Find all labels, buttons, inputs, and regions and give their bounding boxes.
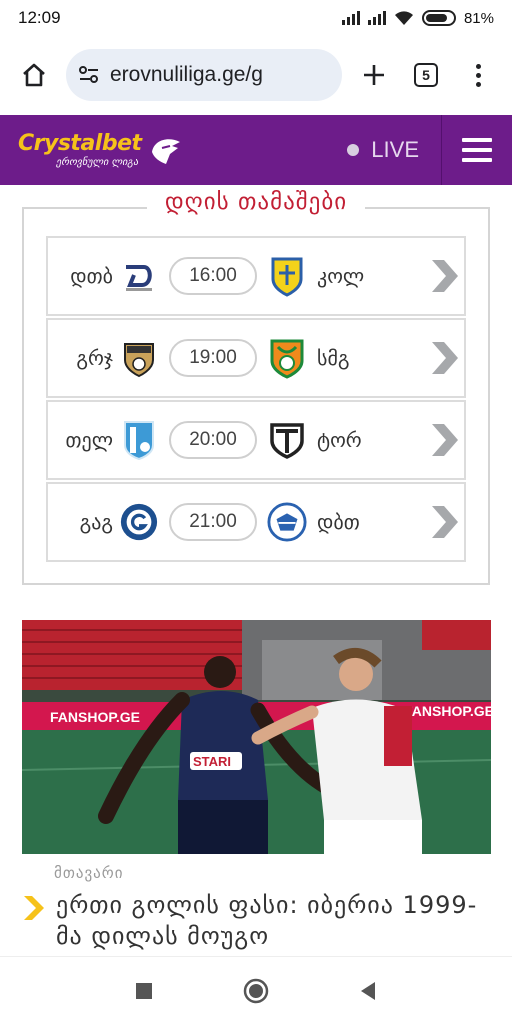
browser-menu-button[interactable] (458, 55, 498, 95)
status-bar: 12:09 81% (0, 0, 512, 36)
dinamo-batumi-badge-icon (267, 502, 307, 542)
wifi-icon (394, 11, 413, 25)
plus-icon (364, 65, 384, 85)
hamburger-menu-button[interactable] (441, 115, 512, 185)
match-time: 19:00 (169, 339, 257, 377)
more-vert-icon (475, 63, 481, 87)
address-bar[interactable]: erovnuliliga.ge/g (66, 49, 342, 101)
article-headline: ერთი გოლის ფასი: იბერია 1999-მა დილას მო… (56, 891, 478, 950)
url-text: erovnuliliga.ge/g (110, 63, 263, 86)
match-row[interactable]: თელ 20:00 ტორ (46, 400, 466, 480)
match-row[interactable]: გაგ 21:00 დბთ (46, 482, 466, 562)
battery-level: 81% (463, 9, 494, 27)
browser-toolbar: erovnuliliga.ge/g 5 (0, 36, 512, 114)
shirt-sponsor-text: STARI (193, 754, 231, 769)
dinamo-tbilisi-badge-icon (119, 256, 159, 296)
chevron-right-icon[interactable] (430, 422, 460, 458)
arrow-bullet-icon (24, 896, 44, 920)
logo-sub-text: ეროვნული ლიგა (56, 156, 139, 168)
away-team: კოლ (317, 264, 365, 288)
match-row[interactable]: დთბ 16:00 კოლ (46, 236, 466, 316)
match-time: 21:00 (169, 503, 257, 541)
article-headline-link[interactable]: ერთი გოლის ფასი: იბერია 1999-მა დილას მო… (22, 890, 492, 952)
tab-switcher-button[interactable]: 5 (406, 55, 446, 95)
ad-board-text: FANSHOP.GE (404, 703, 491, 719)
system-nav-bar (0, 956, 512, 1024)
match-time: 20:00 (169, 421, 257, 459)
live-link[interactable]: LIVE (347, 137, 441, 163)
chevron-right-icon[interactable] (430, 504, 460, 540)
signal-icon (341, 11, 360, 25)
site-header: Crystalbet ეროვნული ლიგა LIVE (0, 115, 512, 185)
site-logo[interactable]: Crystalbet ეროვნული ლიგა (18, 130, 184, 168)
games-of-day-box: დღის თამაშები დთბ 16:00 კოლ გრჯ 19:00 სმ… (22, 189, 490, 585)
samgurali-badge-icon (267, 338, 307, 379)
live-dot-icon (347, 144, 360, 156)
new-tab-button[interactable] (354, 55, 394, 95)
home-team: დთბ (70, 264, 113, 288)
back-triangle-icon[interactable] (359, 981, 377, 1001)
home-icon (23, 63, 45, 87)
home-team: გრჯ (76, 346, 113, 370)
gareji-badge-icon (119, 338, 159, 378)
home-team: თელ (65, 428, 113, 452)
home-button[interactable] (14, 55, 54, 95)
battery-icon (421, 10, 456, 26)
tabs-count: 5 (414, 63, 438, 87)
signal-icon (367, 11, 386, 25)
article-category[interactable]: მთავარი (54, 864, 123, 882)
logo-main-text: Crystalbet (18, 130, 142, 156)
chevron-right-icon[interactable] (430, 340, 460, 376)
away-team: ტორ (317, 428, 362, 452)
helmet-icon (151, 139, 180, 164)
match-time: 16:00 (169, 257, 257, 295)
status-time: 12:09 (18, 8, 61, 27)
telavi-badge-icon (119, 420, 159, 461)
live-label: LIVE (371, 137, 419, 162)
match-row[interactable]: გრჯ 19:00 სმგ (46, 318, 466, 398)
kolkheti-badge-icon (267, 256, 307, 297)
away-team: დბთ (317, 510, 360, 534)
recents-square-icon[interactable] (135, 982, 153, 1000)
torpedo-badge-icon (267, 420, 307, 460)
games-title: დღის თამაშები (24, 189, 488, 215)
ad-board-text: FANSHOP.GE (50, 709, 140, 725)
home-circle-icon[interactable] (243, 978, 269, 1004)
status-icons: 81% (341, 9, 494, 27)
home-team: გაგ (79, 510, 113, 534)
site-settings-icon[interactable] (78, 65, 100, 85)
away-team: სმგ (317, 346, 350, 370)
chevron-right-icon[interactable] (430, 258, 460, 294)
article-photo[interactable]: FANSHOP.GE FANSHOP.GE STARI (22, 620, 491, 854)
gagra-badge-icon (119, 502, 159, 542)
